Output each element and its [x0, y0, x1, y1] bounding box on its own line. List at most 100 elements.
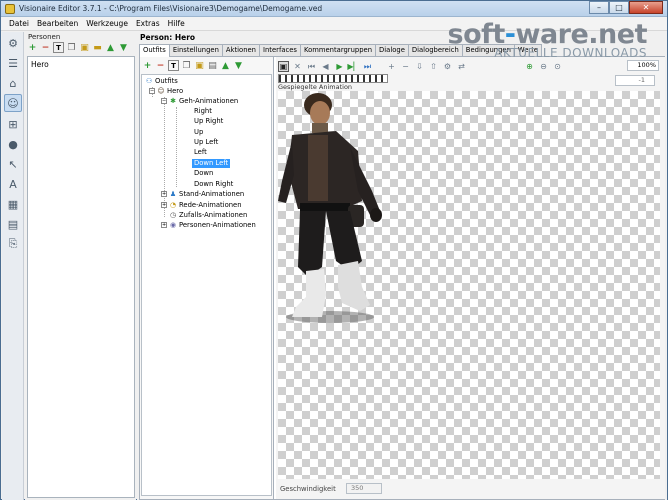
- add-icon[interactable]: +: [27, 42, 38, 53]
- zoom-out-icon[interactable]: ⊖: [538, 61, 549, 72]
- move-down-icon[interactable]: ▼: [118, 42, 129, 53]
- persons-panel: Personen + − T ❐ ▣ ▬ ▲ ▼ Hero: [25, 32, 136, 500]
- frame-strip[interactable]: [278, 74, 388, 83]
- paste-icon[interactable]: ▣: [194, 60, 205, 71]
- eye-icon: ◉: [169, 221, 177, 229]
- person-icon: ☺: [157, 87, 165, 95]
- tab-outfits[interactable]: Outfits: [139, 44, 170, 57]
- move-down-icon[interactable]: ▼: [233, 60, 244, 71]
- paste-icon[interactable]: ▣: [79, 42, 90, 53]
- tree-node-walk-left[interactable]: Left: [194, 148, 207, 157]
- watermark-logo: soft-ware.net: [447, 19, 648, 50]
- move-up-icon[interactable]: ▲: [105, 42, 116, 53]
- collapse-icon[interactable]: −: [161, 98, 167, 104]
- tree-node-walk-right[interactable]: Right: [194, 107, 212, 116]
- first-frame-icon[interactable]: ⏮: [306, 61, 317, 72]
- grid-icon[interactable]: ▤: [4, 215, 22, 233]
- maximize-button[interactable]: □: [609, 1, 629, 14]
- chart-icon[interactable]: ▦: [4, 195, 22, 213]
- rename-icon[interactable]: T: [168, 60, 179, 71]
- list-item[interactable]: Hero: [31, 60, 49, 69]
- tree-node-walk-down-right[interactable]: Down Right: [194, 180, 233, 189]
- import-icon[interactable]: ⇩: [414, 61, 425, 72]
- cursor-icon[interactable]: ↖: [4, 155, 22, 173]
- window-title: Visionaire Editor 3.7.1 - C:\Program Fil…: [19, 4, 323, 13]
- menu-extras[interactable]: Extras: [132, 17, 164, 30]
- tab-dialoge[interactable]: Dialoge: [375, 44, 409, 56]
- rename-icon[interactable]: T: [53, 42, 64, 53]
- tree-node-stand-animations[interactable]: + ♟ Stand-Animationen: [161, 190, 244, 199]
- copy-icon[interactable]: ❐: [66, 42, 77, 53]
- software-net-watermark: soft-ware.net AKTUELLE DOWNLOADS: [447, 19, 648, 60]
- next-frame-icon[interactable]: ▶▏: [347, 61, 359, 72]
- tab-interfaces[interactable]: Interfaces: [259, 44, 301, 56]
- move-up-icon[interactable]: ▲: [220, 60, 231, 71]
- menu-bearbeiten[interactable]: Bearbeiten: [33, 17, 82, 30]
- tree-node-talk-animations[interactable]: + ◔ Rede-Animationen: [161, 201, 242, 210]
- gamepad-icon[interactable]: ⊞: [4, 115, 22, 133]
- export-icon[interactable]: ⎘: [4, 235, 22, 253]
- zoom-reset-icon[interactable]: ⊙: [552, 61, 563, 72]
- prev-frame-icon[interactable]: ◀: [320, 61, 331, 72]
- tab-kommentargruppen[interactable]: Kommentargruppen: [299, 44, 377, 56]
- export-icon[interactable]: ⇧: [428, 61, 439, 72]
- tab-einstellungen[interactable]: Einstellungen: [168, 44, 223, 56]
- mirror-icon[interactable]: ⇄: [456, 61, 467, 72]
- minimize-button[interactable]: –: [589, 1, 609, 14]
- tree-node-walk-up-right[interactable]: Up Right: [194, 117, 223, 126]
- person-icon[interactable]: ☺: [4, 94, 22, 112]
- clipboard-icon[interactable]: ▤: [207, 60, 218, 71]
- delete-frame-icon[interactable]: ✕: [292, 61, 303, 72]
- collapse-icon[interactable]: −: [149, 88, 155, 94]
- add-frame-icon[interactable]: +: [386, 61, 397, 72]
- settings-icon[interactable]: ⚙: [442, 61, 453, 72]
- expand-icon[interactable]: +: [161, 191, 167, 197]
- close-button[interactable]: ✕: [629, 1, 663, 14]
- walk-icon: ✱: [170, 97, 176, 105]
- speed-input[interactable]: 350: [346, 483, 382, 494]
- menu-datei[interactable]: Datei: [5, 17, 33, 30]
- speech-bubble-icon: ◔: [169, 201, 177, 209]
- remove-icon[interactable]: −: [155, 60, 166, 71]
- animation-toolbar: ▣ ✕ ⏮ ◀ ▶ ▶▏ ⏭ + − ⇩ ⇧ ⚙ ⇄ ⊕ ⊖ ⊙: [278, 60, 563, 73]
- remove-icon[interactable]: −: [40, 42, 51, 53]
- animation-panel: ▣ ✕ ⏮ ◀ ▶ ▶▏ ⏭ + − ⇩ ⇧ ⚙ ⇄ ⊕ ⊖ ⊙ 100% Ge…: [276, 57, 665, 499]
- tab-aktionen[interactable]: Aktionen: [221, 44, 260, 56]
- tree-node-random-animations[interactable]: ◷ Zufalls-Animationen: [161, 211, 247, 220]
- expand-icon[interactable]: +: [161, 202, 167, 208]
- folder-icon[interactable]: ▬: [92, 42, 103, 53]
- editor-window: Visionaire Editor 3.7.1 - C:\Program Fil…: [0, 0, 668, 500]
- expand-icon[interactable]: +: [161, 222, 167, 228]
- outfit-tree-panel: + − T ❐ ▣ ▤ ▲ ▼ ⚇ Outfits − ☺ Hero − ✱ G…: [140, 57, 274, 499]
- menu-hilfe[interactable]: Hilfe: [164, 17, 189, 30]
- play-icon[interactable]: ▶: [334, 61, 345, 72]
- title-bar[interactable]: Visionaire Editor 3.7.1 - C:\Program Fil…: [1, 1, 667, 17]
- outfits-icon: ⚇: [145, 77, 153, 85]
- layers-icon[interactable]: ☰: [4, 54, 22, 72]
- tree-node-person-animations[interactable]: + ◉ Personen-Animationen: [161, 221, 256, 230]
- zoom-input[interactable]: 100%: [627, 60, 659, 71]
- home-icon[interactable]: ⌂: [4, 74, 22, 92]
- animation-canvas[interactable]: [278, 91, 660, 479]
- last-frame-icon[interactable]: ⏭: [362, 61, 373, 72]
- persons-label: Personen: [28, 33, 61, 41]
- tree-node-walk-up[interactable]: Up: [194, 128, 203, 137]
- tree-node-walk-animations[interactable]: − ✱ Geh-Animationen: [161, 97, 238, 106]
- font-icon[interactable]: A: [4, 175, 22, 193]
- zoom-in-icon[interactable]: ⊕: [524, 61, 535, 72]
- remove-frame-icon[interactable]: −: [400, 61, 411, 72]
- tree-node-walk-up-left[interactable]: Up Left: [194, 138, 218, 147]
- frame-select-icon[interactable]: ▣: [278, 61, 289, 72]
- tree-node-walk-down[interactable]: Down: [194, 169, 213, 178]
- character-sprite: [278, 93, 382, 323]
- outfit-tree: ⚇ Outfits − ☺ Hero − ✱ Geh-Animationen Right …: [141, 74, 272, 496]
- tree-node-walk-down-left[interactable]: Down Left: [192, 159, 231, 168]
- frame-spinner[interactable]: -1: [615, 75, 655, 86]
- ball-icon[interactable]: ●: [4, 135, 22, 153]
- tree-node-outfits[interactable]: ⚇ Outfits: [145, 77, 178, 86]
- menu-werkzeuge[interactable]: Werkzeuge: [82, 17, 132, 30]
- tree-node-hero[interactable]: − ☺ Hero: [149, 87, 183, 96]
- copy-icon[interactable]: ❐: [181, 60, 192, 71]
- add-icon[interactable]: +: [142, 60, 153, 71]
- gear-icon[interactable]: ⚙: [4, 34, 22, 52]
